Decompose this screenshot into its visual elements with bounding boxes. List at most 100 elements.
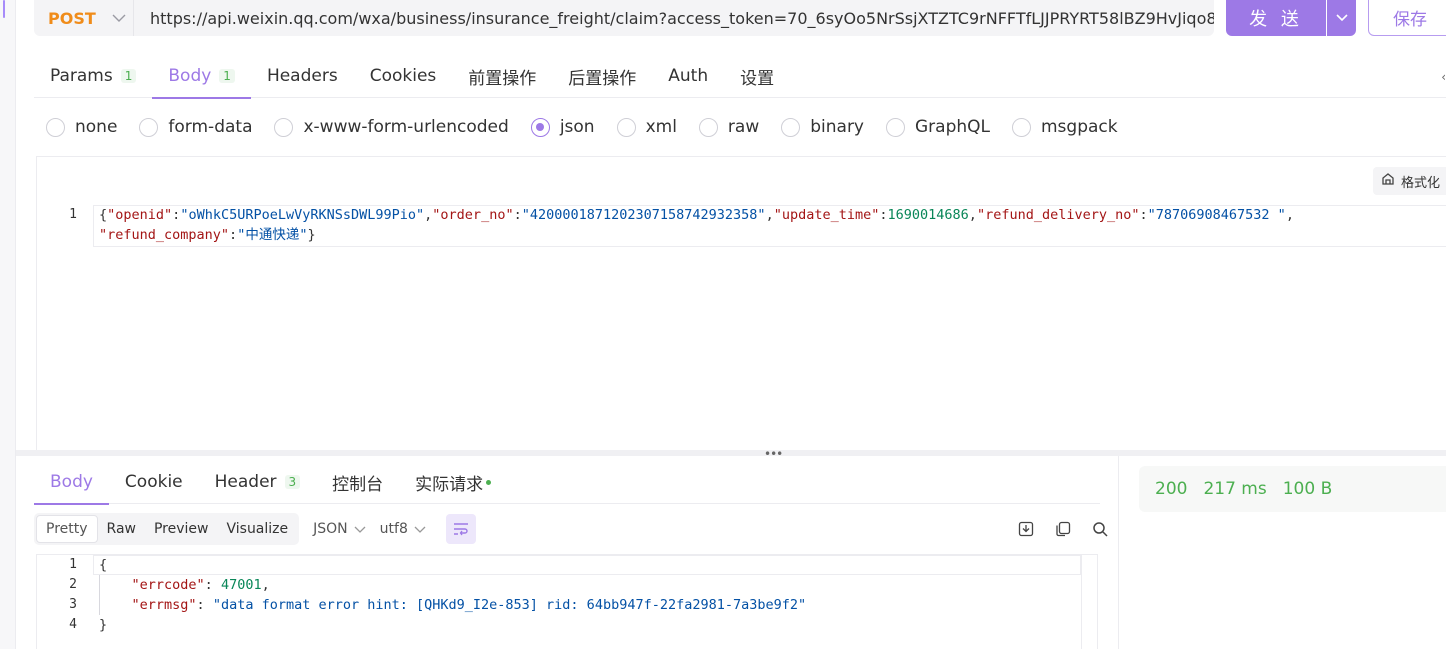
format-value: JSON [313, 521, 348, 537]
collapse-panel-icon[interactable]: ‹ [1441, 70, 1446, 84]
chevron-down-icon [414, 523, 426, 536]
tab-label: Auth [668, 66, 709, 86]
code-text: { [99, 557, 108, 573]
radio-circle [781, 117, 801, 137]
format-icon [1381, 172, 1395, 190]
radio-label: binary [810, 117, 864, 137]
tab-headers[interactable]: Headers [251, 54, 354, 98]
chevron-down-icon [354, 523, 366, 536]
radio-circle [698, 117, 718, 137]
tab-label: 设置 [740, 68, 775, 89]
response-time: 217 ms [1203, 479, 1267, 499]
view-raw[interactable]: Raw [98, 515, 145, 543]
method-select[interactable]: POST [34, 0, 134, 36]
response-view-toolbar: Pretty Raw Preview Visualize JSON utf8 [34, 513, 476, 545]
tab-count-badge: 3 [284, 475, 301, 489]
code-line: 3 "errmsg": "data format error hint: [QH… [37, 595, 1097, 615]
save-button[interactable]: 保存 [1368, 0, 1446, 36]
encoding-value: utf8 [379, 521, 408, 537]
tab-label: Body [50, 472, 93, 492]
line-number: 1 [69, 557, 77, 572]
response-size: 100 B [1282, 479, 1333, 499]
radio-circle [886, 117, 905, 137]
radio-circle [139, 117, 159, 137]
left-rail [0, 0, 16, 649]
request-body-editor[interactable]: 格式化 1 {"openid":"oWhkC5URPoeLwVyRKNSsDWL… [36, 156, 1446, 452]
drag-handle-icon[interactable]: ••• [764, 447, 783, 461]
code-text: "refund_company":"中通快递"} [99, 227, 316, 243]
radio-graphql[interactable]: GraphQL [886, 117, 990, 137]
radio-none[interactable]: none [46, 117, 117, 137]
response-body-viewer[interactable]: 1 { 2 "errcode": 47001, 3 "errmsg": "dat… [36, 554, 1098, 649]
status-dot [486, 479, 492, 485]
tab-body[interactable]: Body 1 [152, 54, 251, 99]
tab-label: 实际请求 [415, 474, 484, 495]
status-code: 200 [1155, 479, 1188, 499]
tab-label: 控制台 [332, 474, 384, 495]
tab-post-request[interactable]: 后置操作 [552, 54, 652, 98]
tab-label: Headers [266, 66, 338, 86]
format-button[interactable]: 格式化 [1372, 167, 1446, 195]
scrollbar[interactable] [1081, 555, 1097, 649]
url-input[interactable]: https://api.weixin.qq.com/wxa/business/i… [134, 9, 1214, 28]
tab-pre-request[interactable]: 前置操作 [452, 54, 552, 98]
method-label: POST [48, 8, 96, 28]
radio-urlencoded[interactable]: x-www-form-urlencoded [274, 117, 509, 137]
radio-circle [616, 117, 636, 137]
code-text: "errmsg": "data format error hint: [QHKd… [131, 597, 807, 613]
radio-form-data[interactable]: form-data [139, 117, 252, 137]
send-button[interactable]: 发 送 [1226, 0, 1326, 36]
response-tabs: Body Cookie Header 3 控制台 实际请求 [34, 460, 1100, 505]
radio-raw[interactable]: raw [698, 117, 759, 137]
tab-console[interactable]: 控制台 [316, 460, 399, 504]
radio-label: xml [645, 117, 677, 137]
radio-circle [530, 117, 550, 137]
tab-cookies[interactable]: Cookies [354, 54, 453, 98]
radio-label: form-data [168, 117, 253, 137]
send-options-button[interactable] [1327, 0, 1356, 36]
url-bar: POST https://api.weixin.qq.com/wxa/busin… [34, 0, 1214, 36]
line-number: 3 [69, 597, 77, 612]
tab-auth[interactable]: Auth [652, 54, 724, 98]
copy-icon[interactable] [1052, 518, 1074, 540]
body-type-radios: none form-data x-www-form-urlencoded jso… [46, 112, 1140, 142]
view-preview[interactable]: Preview [145, 515, 218, 543]
search-icon[interactable] [1089, 518, 1111, 540]
radio-circle [274, 117, 294, 137]
tab-actual-request[interactable]: 实际请求 [399, 460, 507, 504]
format-dropdown[interactable]: JSON [313, 521, 366, 537]
view-visualize[interactable]: Visualize [217, 515, 297, 543]
view-pretty[interactable]: Pretty [36, 515, 98, 543]
code-line: 1 { [37, 555, 1097, 575]
tab-settings[interactable]: 设置 [724, 54, 790, 98]
rail-marker [3, 0, 5, 18]
tab-label: Body [168, 66, 212, 86]
request-tabs: Params 1 Body 1 Headers Cookies 前置操作 后置操… [34, 54, 1446, 99]
radio-label: none [75, 117, 118, 137]
download-icon[interactable] [1015, 518, 1037, 540]
code-line: "refund_company":"中通快递"} [37, 225, 1446, 245]
tab-label: 前置操作 [468, 68, 537, 89]
code-text: {"openid":"oWhkC5URPoeLwVyRKNSsDWL99Pio"… [99, 207, 1294, 223]
format-label: 格式化 [1400, 175, 1440, 191]
view-mode-segmented: Pretty Raw Preview Visualize [34, 513, 300, 545]
radio-label: GraphQL [915, 117, 990, 137]
word-wrap-icon[interactable] [445, 514, 476, 544]
code-text: "errcode": 47001, [131, 577, 270, 593]
radio-xml[interactable]: xml [616, 117, 677, 137]
tab-label: 后置操作 [568, 68, 637, 89]
tab-response-header[interactable]: Header 3 [199, 460, 317, 504]
radio-circle [46, 117, 65, 137]
status-summary: 200 217 ms 100 B [1139, 466, 1446, 512]
encoding-dropdown[interactable]: utf8 [380, 521, 426, 537]
line-number: 4 [69, 617, 77, 632]
radio-binary[interactable]: binary [781, 117, 864, 137]
radio-json[interactable]: json [530, 117, 595, 137]
radio-msgpack[interactable]: msgpack [1012, 117, 1118, 137]
tab-response-body[interactable]: Body [34, 460, 109, 505]
tab-response-cookie[interactable]: Cookie [109, 460, 199, 504]
response-status-panel: 200 217 ms 100 B [1118, 456, 1446, 649]
tab-label: Header [214, 472, 277, 492]
code-lines: 1 {"openid":"oWhkC5URPoeLwVyRKNSsDWL99Pi… [37, 205, 1446, 245]
tab-params[interactable]: Params 1 [34, 54, 152, 98]
